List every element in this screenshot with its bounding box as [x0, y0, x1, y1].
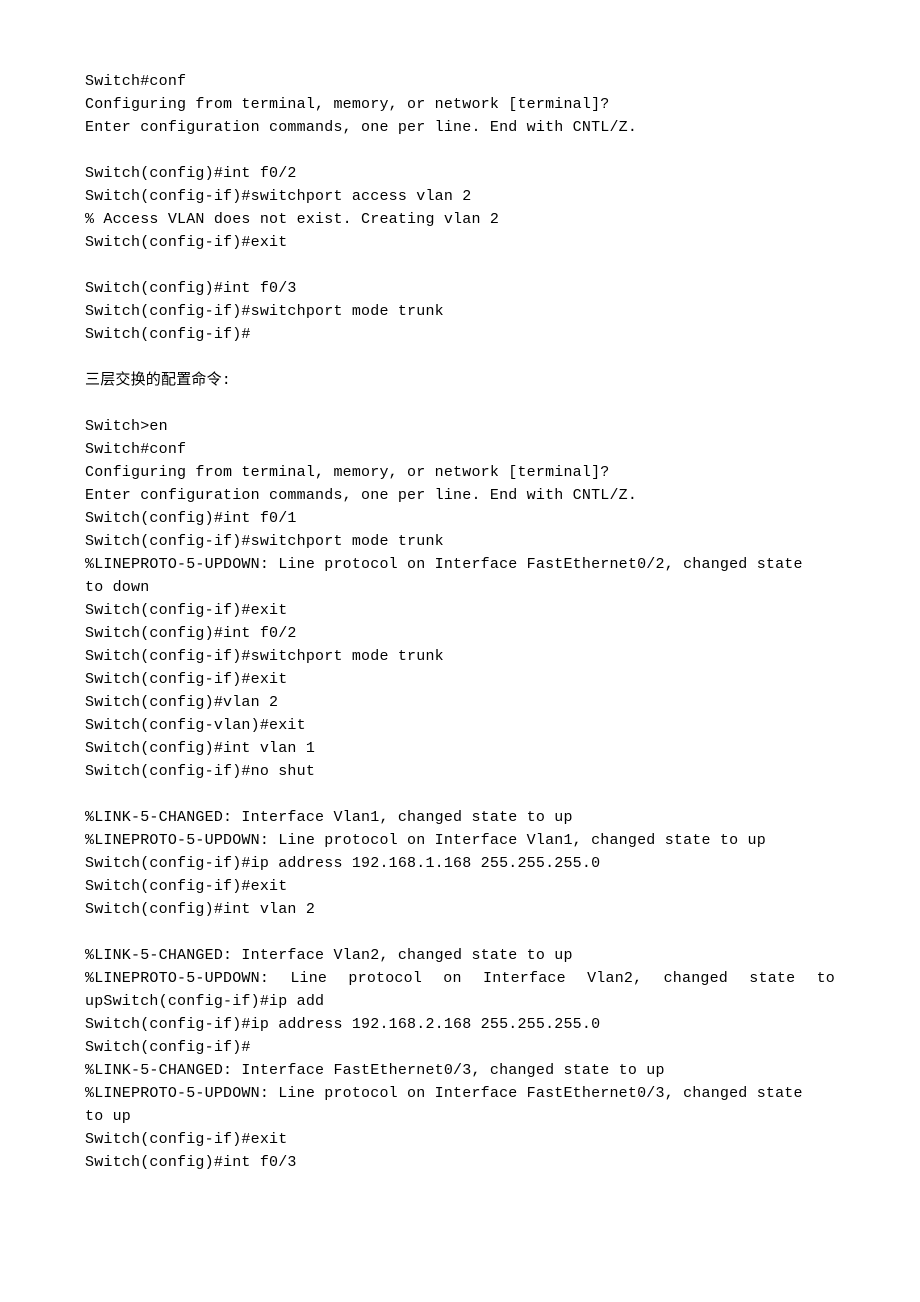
- terminal-line: % Access VLAN does not exist. Creating v…: [85, 208, 835, 231]
- blank-line: [85, 139, 835, 162]
- terminal-line: Switch(config)#int f0/3: [85, 277, 835, 300]
- terminal-line: Switch(config-if)#switchport mode trunk: [85, 530, 835, 553]
- terminal-line: Switch(config)#int vlan 1: [85, 737, 835, 760]
- terminal-line: Switch(config)#int f0/1: [85, 507, 835, 530]
- terminal-line: Switch(config)#int f0/3: [85, 1151, 835, 1174]
- terminal-line: 三层交换的配置命令:: [85, 369, 835, 392]
- terminal-line: Switch#conf: [85, 70, 835, 93]
- blank-line: [85, 783, 835, 806]
- terminal-line: Switch#conf: [85, 438, 835, 461]
- terminal-line: upSwitch(config-if)#ip add: [85, 990, 835, 1013]
- terminal-line: Switch(config-if)#: [85, 1036, 835, 1059]
- terminal-line: %LINK-5-CHANGED: Interface Vlan2, change…: [85, 944, 835, 967]
- terminal-line: Switch(config-if)#switchport mode trunk: [85, 645, 835, 668]
- terminal-line: Switch(config)#int vlan 2: [85, 898, 835, 921]
- terminal-line: Switch(config-if)#exit: [85, 599, 835, 622]
- terminal-line: Switch(config-if)#: [85, 323, 835, 346]
- terminal-line: Switch(config-if)#exit: [85, 1128, 835, 1151]
- blank-line: [85, 921, 835, 944]
- terminal-line: Switch(config-if)#exit: [85, 668, 835, 691]
- terminal-line: Configuring from terminal, memory, or ne…: [85, 93, 835, 116]
- terminal-line: %LINEPROTO-5-UPDOWN: Line protocol on In…: [85, 553, 835, 576]
- terminal-line: to up: [85, 1105, 835, 1128]
- terminal-line: Switch(config-if)#ip address 192.168.2.1…: [85, 1013, 835, 1036]
- terminal-line: %LINEPROTO-5-UPDOWN: Line protocol on In…: [85, 1082, 835, 1105]
- terminal-line: Configuring from terminal, memory, or ne…: [85, 461, 835, 484]
- blank-line: [85, 392, 835, 415]
- blank-line: [85, 254, 835, 277]
- terminal-line: Switch(config-if)#switchport access vlan…: [85, 185, 835, 208]
- terminal-line: Switch(config)#int f0/2: [85, 622, 835, 645]
- blank-line: [85, 346, 835, 369]
- terminal-line: Switch(config-if)#exit: [85, 875, 835, 898]
- terminal-line: Switch(config)#vlan 2: [85, 691, 835, 714]
- terminal-line: Switch(config-if)#ip address 192.168.1.1…: [85, 852, 835, 875]
- terminal-line: to down: [85, 576, 835, 599]
- document-page: Switch#confConfiguring from terminal, me…: [0, 0, 920, 1234]
- terminal-line: Switch(config-vlan)#exit: [85, 714, 835, 737]
- terminal-line: Enter configuration commands, one per li…: [85, 484, 835, 507]
- terminal-line: Switch(config-if)#exit: [85, 231, 835, 254]
- terminal-line: Switch>en: [85, 415, 835, 438]
- terminal-line: Switch(config)#int f0/2: [85, 162, 835, 185]
- terminal-line: %LINK-5-CHANGED: Interface FastEthernet0…: [85, 1059, 835, 1082]
- terminal-line: Switch(config-if)#no shut: [85, 760, 835, 783]
- terminal-line: Switch(config-if)#switchport mode trunk: [85, 300, 835, 323]
- terminal-line: %LINEPROTO-5-UPDOWN: Line protocol on In…: [85, 967, 835, 990]
- terminal-line: %LINEPROTO-5-UPDOWN: Line protocol on In…: [85, 829, 835, 852]
- terminal-line: %LINK-5-CHANGED: Interface Vlan1, change…: [85, 806, 835, 829]
- terminal-line: Enter configuration commands, one per li…: [85, 116, 835, 139]
